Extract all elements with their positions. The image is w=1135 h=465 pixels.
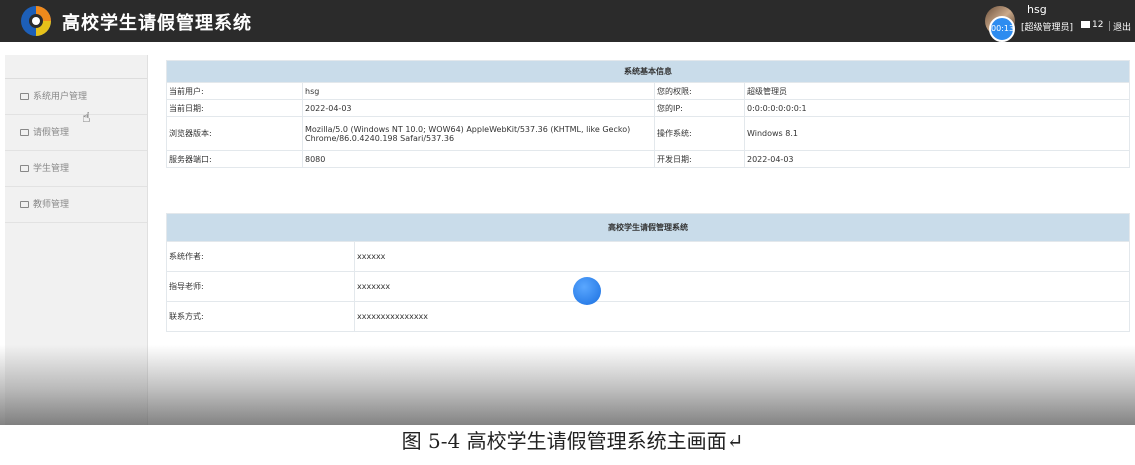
label-cell: 操作系统: — [654, 116, 745, 151]
label-cell: 您的权限: — [654, 82, 745, 100]
folder-icon — [20, 165, 29, 172]
folder-icon — [20, 129, 29, 136]
author-info-title: 高校学生请假管理系统 — [166, 213, 1130, 242]
messages-button[interactable]: 12 — [1081, 20, 1103, 30]
value-cell: xxxxxx — [354, 241, 1130, 272]
author-info-table: 高校学生请假管理系统 系统作者: xxxxxx 指导老师: xxxxxxx 联系… — [166, 213, 1130, 332]
logo-icon — [21, 6, 51, 36]
sidebar-header — [5, 55, 147, 79]
folder-icon — [20, 93, 29, 100]
app-title: 高校学生请假管理系统 — [62, 13, 252, 34]
table-row: 当前日期: 2022-04-03 您的IP: 0:0:0:0:0:0:0:1 — [166, 99, 1130, 117]
logout-link[interactable]: 退出 — [1113, 20, 1131, 33]
mail-count: 12 — [1092, 20, 1104, 30]
value-cell: Mozilla/5.0 (Windows NT 10.0; WOW64) App… — [302, 116, 655, 151]
divider — [1109, 21, 1110, 31]
label-cell: 联系方式: — [166, 301, 355, 332]
sidebar-item-students[interactable]: 学生管理 — [5, 151, 147, 187]
figure-caption: 图 5-4 高校学生请假管理系统主画面↵ — [401, 429, 744, 453]
label-cell: 您的IP: — [654, 99, 745, 117]
label-cell: 服务器端口: — [166, 150, 303, 168]
sidebar-item-label: 学生管理 — [33, 164, 70, 174]
label-cell: 开发日期: — [654, 150, 745, 168]
table-row: 服务器端口: 8080 开发日期: 2022-04-03 — [166, 150, 1130, 168]
sidebar-item-leave[interactable]: 请假管理 — [5, 115, 147, 151]
sidebar: 系统用户管理 请假管理 学生管理 教师管理 — [5, 55, 148, 425]
label-cell: 系统作者: — [166, 241, 355, 272]
sidebar-item-label: 请假管理 — [33, 128, 70, 138]
table-row: 当前用户: hsg 您的权限: 超级管理员 — [166, 82, 1130, 100]
main-content: 系统基本信息 当前用户: hsg 您的权限: 超级管理员 当前日期: 2022-… — [160, 55, 1135, 425]
table-row: 指导老师: xxxxxxx — [166, 271, 1130, 302]
system-info-title: 系统基本信息 — [166, 60, 1130, 83]
folder-icon — [20, 201, 29, 208]
value-cell: 8080 — [302, 150, 655, 168]
username: hsg — [1027, 3, 1047, 16]
table-row: 浏览器版本: Mozilla/5.0 (Windows NT 10.0; WOW… — [166, 116, 1130, 151]
value-cell: 2022-04-03 — [302, 99, 655, 117]
app-window: 高校学生请假管理系统 00:13 hsg [超级管理员] 12 退出 系统用户管… — [0, 0, 1135, 425]
timer-badge: 00:13 — [989, 16, 1015, 42]
value-cell: 超级管理员 — [744, 82, 1130, 100]
value-cell: hsg — [302, 82, 655, 100]
hand-cursor-icon: ☝ — [82, 110, 91, 126]
value-cell: 2022-04-03 — [744, 150, 1130, 168]
sidebar-item-users[interactable]: 系统用户管理 — [5, 79, 147, 115]
table-row: 联系方式: xxxxxxxxxxxxxxx — [166, 301, 1130, 332]
label-cell: 浏览器版本: — [166, 116, 303, 151]
value-cell: xxxxxxx — [354, 271, 1130, 302]
value-cell: Windows 8.1 — [744, 116, 1130, 151]
floating-assistant-icon[interactable] — [573, 277, 601, 305]
top-header: 高校学生请假管理系统 00:13 hsg [超级管理员] 12 退出 — [0, 0, 1135, 42]
sidebar-item-teachers[interactable]: 教师管理 — [5, 187, 147, 223]
label-cell: 当前用户: — [166, 82, 303, 100]
label-cell: 当前日期: — [166, 99, 303, 117]
value-cell: 0:0:0:0:0:0:0:1 — [744, 99, 1130, 117]
user-area: 00:13 hsg [超级管理员] 12 退出 — [985, 0, 1135, 42]
sidebar-item-label: 系统用户管理 — [33, 92, 88, 102]
table-row: 系统作者: xxxxxx — [166, 241, 1130, 272]
user-role: [超级管理员] — [1021, 23, 1074, 33]
mail-icon — [1081, 21, 1090, 28]
sidebar-item-label: 教师管理 — [33, 200, 70, 210]
value-cell: xxxxxxxxxxxxxxx — [354, 301, 1130, 332]
label-cell: 指导老师: — [166, 271, 355, 302]
system-info-table: 系统基本信息 当前用户: hsg 您的权限: 超级管理员 当前日期: 2022-… — [166, 60, 1130, 168]
